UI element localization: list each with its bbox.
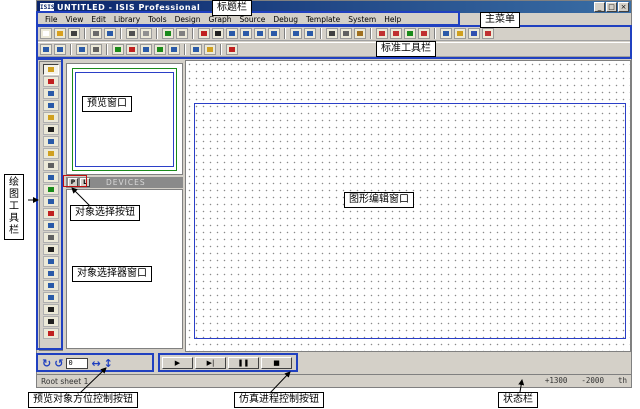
close-button[interactable]: × <box>618 2 629 12</box>
status-bar: Root sheet 1 +1300 -2000 th <box>37 374 631 387</box>
label-title-bar: 标题栏 <box>212 0 252 16</box>
label-simulation-control: 仿真进程控制按钮 <box>234 392 324 408</box>
label-orientation-control: 预览对象方位控制按钮 <box>28 392 138 408</box>
label-object-select-button: 对象选择按钮 <box>70 205 140 221</box>
label-drawing-toolbar: 绘图工具栏 <box>4 174 24 240</box>
status-coordinates: +1300 -2000 th <box>545 376 627 385</box>
status-sheet-name: Root sheet 1 <box>41 376 89 386</box>
devices-label: DEVICES <box>106 178 146 187</box>
orientation-highlight <box>36 353 154 372</box>
status-unit: th <box>617 376 627 385</box>
preview-window[interactable] <box>66 63 183 175</box>
status-y: -2000 <box>581 376 604 385</box>
status-x: +1300 <box>544 376 568 385</box>
simulation-highlight <box>158 353 298 372</box>
drawing-toolbar-highlight <box>36 58 63 350</box>
window-controls: _ □ × <box>594 2 629 12</box>
standard-toolbar-highlight <box>36 25 632 59</box>
label-standard-toolbar: 标准工具栏 <box>376 41 436 57</box>
object-select-button-highlight <box>63 175 87 187</box>
preview-visible-area <box>72 68 177 171</box>
minimize-button[interactable]: _ <box>594 2 605 12</box>
label-main-menu: 主菜单 <box>480 12 520 28</box>
label-preview-window: 预览窗口 <box>82 96 132 112</box>
label-status-bar: 状态栏 <box>498 392 538 408</box>
preview-sheet-outline <box>75 72 174 167</box>
label-object-selector-window: 对象选择器窗口 <box>72 266 152 282</box>
sheet-border <box>194 103 626 339</box>
label-graphics-edit-window: 图形编辑窗口 <box>344 192 414 208</box>
maximize-button[interactable]: □ <box>606 2 617 12</box>
